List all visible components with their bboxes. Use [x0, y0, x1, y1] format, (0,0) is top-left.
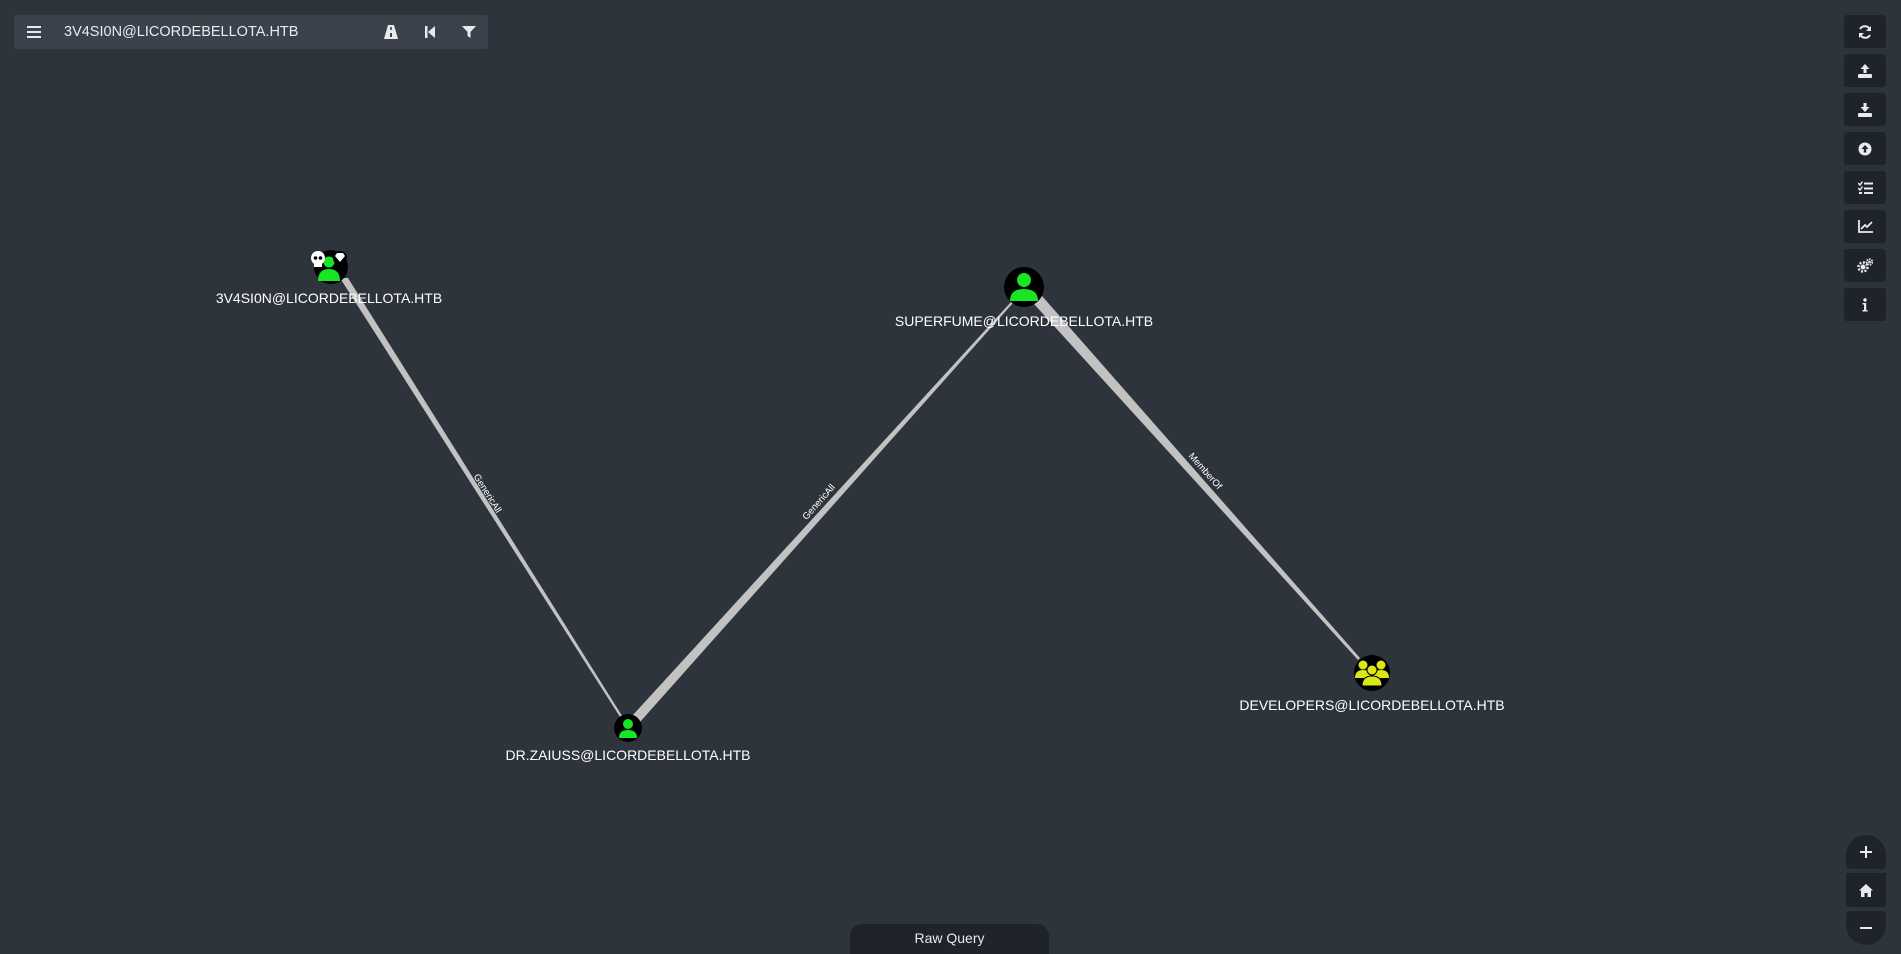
node-label: SUPERFUME@LICORDEBELLOTA.HTB — [895, 313, 1153, 329]
zoom-home-button[interactable] — [1846, 873, 1886, 907]
zoom-out-button[interactable] — [1846, 911, 1886, 945]
hamburger-menu-icon — [27, 26, 41, 38]
edge-zaiuss-superfume[interactable]: GenericAll — [632, 302, 1013, 722]
node-label: DEVELOPERS@LICORDEBELLOTA.HTB — [1239, 697, 1504, 713]
upload-button[interactable] — [1844, 54, 1886, 87]
tasks-button[interactable] — [1844, 171, 1886, 204]
plus-icon — [1860, 846, 1872, 858]
tasks-icon — [1857, 181, 1873, 194]
cogs-icon — [1857, 258, 1873, 273]
pathfinding-button[interactable] — [371, 15, 410, 49]
refresh-icon — [1859, 24, 1871, 39]
chart-line-icon — [1857, 220, 1873, 233]
upload-icon — [1858, 63, 1872, 78]
edge-superfume-developers[interactable]: MemberOf — [1034, 296, 1360, 660]
graph-canvas[interactable]: GenericAll GenericAll MemberOf 3V4SI0N@L… — [0, 0, 1901, 950]
refresh-button[interactable] — [1844, 15, 1886, 48]
node-developers[interactable]: DEVELOPERS@LICORDEBELLOTA.HTB — [1239, 655, 1505, 713]
upload-circle-icon — [1858, 142, 1872, 155]
node-3v4si0n[interactable]: 3V4SI0N@LICORDEBELLOTA.HTB — [216, 250, 442, 306]
menu-button[interactable] — [14, 15, 54, 49]
download-button[interactable] — [1844, 93, 1886, 126]
node-dr-zaiuss[interactable]: DR.ZAIUSS@LICORDEBELLOTA.HTB — [506, 714, 751, 763]
home-icon — [1859, 883, 1873, 897]
settings-button[interactable] — [1844, 249, 1886, 282]
import-button[interactable] — [1844, 132, 1886, 165]
zoom-in-button[interactable] — [1846, 835, 1886, 869]
zoom-controls — [1846, 835, 1886, 949]
gem-icon — [333, 251, 347, 265]
node-superfume[interactable]: SUPERFUME@LICORDEBELLOTA.HTB — [895, 267, 1153, 329]
right-toolbar — [1844, 15, 1886, 327]
back-button[interactable] — [410, 15, 449, 49]
download-icon — [1858, 102, 1872, 117]
minus-icon — [1860, 927, 1872, 929]
info-icon — [1862, 297, 1868, 311]
node-label: DR.ZAIUSS@LICORDEBELLOTA.HTB — [506, 747, 751, 763]
road-icon — [383, 25, 398, 39]
step-backward-icon — [424, 26, 435, 38]
chart-button[interactable] — [1844, 210, 1886, 243]
info-button[interactable] — [1844, 288, 1886, 321]
node-label: 3V4SI0N@LICORDEBELLOTA.HTB — [216, 290, 442, 306]
search-input[interactable]: 3V4SI0N@LICORDEBELLOTA.HTB — [54, 24, 371, 40]
edge-label-genericall-1: GenericAll — [471, 472, 504, 515]
filter-icon — [461, 26, 476, 38]
search-bar: 3V4SI0N@LICORDEBELLOTA.HTB — [14, 15, 488, 49]
edge-evasion-zaiuss[interactable]: GenericAll — [340, 278, 624, 720]
filter-button[interactable] — [449, 15, 488, 49]
